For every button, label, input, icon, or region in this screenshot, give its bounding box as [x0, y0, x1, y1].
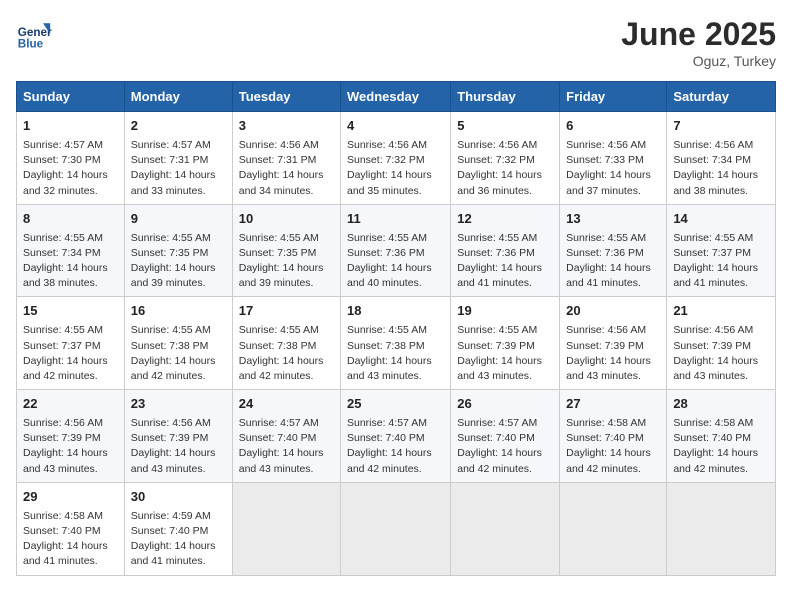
calendar-cell: 25Sunrise: 4:57 AMSunset: 7:40 PMDayligh…	[341, 390, 451, 483]
day-number: 10	[239, 210, 334, 229]
calendar-cell: 20Sunrise: 4:56 AMSunset: 7:39 PMDayligh…	[560, 297, 667, 390]
day-number: 30	[131, 488, 226, 507]
page-header: General Blue June 2025 Oguz, Turkey	[16, 16, 776, 69]
calendar-cell: 27Sunrise: 4:58 AMSunset: 7:40 PMDayligh…	[560, 390, 667, 483]
day-number: 4	[347, 117, 444, 136]
calendar-cell: 22Sunrise: 4:56 AMSunset: 7:39 PMDayligh…	[17, 390, 125, 483]
calendar-cell: 11Sunrise: 4:55 AMSunset: 7:36 PMDayligh…	[341, 204, 451, 297]
day-header-saturday: Saturday	[667, 82, 776, 112]
calendar-cell: 14Sunrise: 4:55 AMSunset: 7:37 PMDayligh…	[667, 204, 776, 297]
calendar-week-1: 1Sunrise: 4:57 AMSunset: 7:30 PMDaylight…	[17, 112, 776, 205]
day-number: 3	[239, 117, 334, 136]
day-number: 12	[457, 210, 553, 229]
day-number: 20	[566, 302, 660, 321]
day-number: 7	[673, 117, 769, 136]
calendar-cell: 6Sunrise: 4:56 AMSunset: 7:33 PMDaylight…	[560, 112, 667, 205]
day-number: 26	[457, 395, 553, 414]
location-subtitle: Oguz, Turkey	[621, 53, 776, 69]
day-number: 18	[347, 302, 444, 321]
calendar-week-2: 8Sunrise: 4:55 AMSunset: 7:34 PMDaylight…	[17, 204, 776, 297]
day-number: 29	[23, 488, 118, 507]
day-number: 16	[131, 302, 226, 321]
calendar-cell	[341, 482, 451, 575]
title-block: June 2025 Oguz, Turkey	[621, 16, 776, 69]
logo-icon: General Blue	[16, 16, 52, 52]
day-header-sunday: Sunday	[17, 82, 125, 112]
day-number: 17	[239, 302, 334, 321]
day-number: 19	[457, 302, 553, 321]
calendar-cell: 9Sunrise: 4:55 AMSunset: 7:35 PMDaylight…	[124, 204, 232, 297]
calendar-cell: 12Sunrise: 4:55 AMSunset: 7:36 PMDayligh…	[451, 204, 560, 297]
calendar-cell	[560, 482, 667, 575]
calendar-cell: 15Sunrise: 4:55 AMSunset: 7:37 PMDayligh…	[17, 297, 125, 390]
calendar-cell: 1Sunrise: 4:57 AMSunset: 7:30 PMDaylight…	[17, 112, 125, 205]
day-number: 25	[347, 395, 444, 414]
day-number: 13	[566, 210, 660, 229]
calendar-cell: 19Sunrise: 4:55 AMSunset: 7:39 PMDayligh…	[451, 297, 560, 390]
calendar-cell: 8Sunrise: 4:55 AMSunset: 7:34 PMDaylight…	[17, 204, 125, 297]
calendar-cell: 28Sunrise: 4:58 AMSunset: 7:40 PMDayligh…	[667, 390, 776, 483]
calendar-cell: 17Sunrise: 4:55 AMSunset: 7:38 PMDayligh…	[232, 297, 340, 390]
day-number: 11	[347, 210, 444, 229]
day-number: 8	[23, 210, 118, 229]
day-number: 5	[457, 117, 553, 136]
calendar-cell: 16Sunrise: 4:55 AMSunset: 7:38 PMDayligh…	[124, 297, 232, 390]
calendar-cell: 30Sunrise: 4:59 AMSunset: 7:40 PMDayligh…	[124, 482, 232, 575]
day-header-wednesday: Wednesday	[341, 82, 451, 112]
calendar-cell: 29Sunrise: 4:58 AMSunset: 7:40 PMDayligh…	[17, 482, 125, 575]
calendar-cell: 5Sunrise: 4:56 AMSunset: 7:32 PMDaylight…	[451, 112, 560, 205]
logo: General Blue	[16, 16, 52, 52]
day-number: 15	[23, 302, 118, 321]
calendar-week-3: 15Sunrise: 4:55 AMSunset: 7:37 PMDayligh…	[17, 297, 776, 390]
calendar-table: SundayMondayTuesdayWednesdayThursdayFrid…	[16, 81, 776, 576]
calendar-week-4: 22Sunrise: 4:56 AMSunset: 7:39 PMDayligh…	[17, 390, 776, 483]
calendar-cell: 18Sunrise: 4:55 AMSunset: 7:38 PMDayligh…	[341, 297, 451, 390]
calendar-cell: 7Sunrise: 4:56 AMSunset: 7:34 PMDaylight…	[667, 112, 776, 205]
day-number: 27	[566, 395, 660, 414]
day-number: 21	[673, 302, 769, 321]
calendar-week-5: 29Sunrise: 4:58 AMSunset: 7:40 PMDayligh…	[17, 482, 776, 575]
day-header-tuesday: Tuesday	[232, 82, 340, 112]
day-number: 14	[673, 210, 769, 229]
day-number: 24	[239, 395, 334, 414]
day-number: 1	[23, 117, 118, 136]
calendar-cell	[451, 482, 560, 575]
month-year-title: June 2025	[621, 16, 776, 53]
calendar-cell: 13Sunrise: 4:55 AMSunset: 7:36 PMDayligh…	[560, 204, 667, 297]
day-number: 2	[131, 117, 226, 136]
calendar-cell: 3Sunrise: 4:56 AMSunset: 7:31 PMDaylight…	[232, 112, 340, 205]
calendar-cell: 23Sunrise: 4:56 AMSunset: 7:39 PMDayligh…	[124, 390, 232, 483]
day-number: 6	[566, 117, 660, 136]
day-number: 9	[131, 210, 226, 229]
svg-text:Blue: Blue	[18, 38, 44, 51]
day-number: 23	[131, 395, 226, 414]
day-header-monday: Monday	[124, 82, 232, 112]
calendar-cell	[232, 482, 340, 575]
calendar-cell: 24Sunrise: 4:57 AMSunset: 7:40 PMDayligh…	[232, 390, 340, 483]
day-header-thursday: Thursday	[451, 82, 560, 112]
calendar-cell: 26Sunrise: 4:57 AMSunset: 7:40 PMDayligh…	[451, 390, 560, 483]
calendar-cell: 10Sunrise: 4:55 AMSunset: 7:35 PMDayligh…	[232, 204, 340, 297]
day-header-friday: Friday	[560, 82, 667, 112]
calendar-cell	[667, 482, 776, 575]
calendar-cell: 21Sunrise: 4:56 AMSunset: 7:39 PMDayligh…	[667, 297, 776, 390]
calendar-cell: 4Sunrise: 4:56 AMSunset: 7:32 PMDaylight…	[341, 112, 451, 205]
day-number: 22	[23, 395, 118, 414]
calendar-cell: 2Sunrise: 4:57 AMSunset: 7:31 PMDaylight…	[124, 112, 232, 205]
day-number: 28	[673, 395, 769, 414]
